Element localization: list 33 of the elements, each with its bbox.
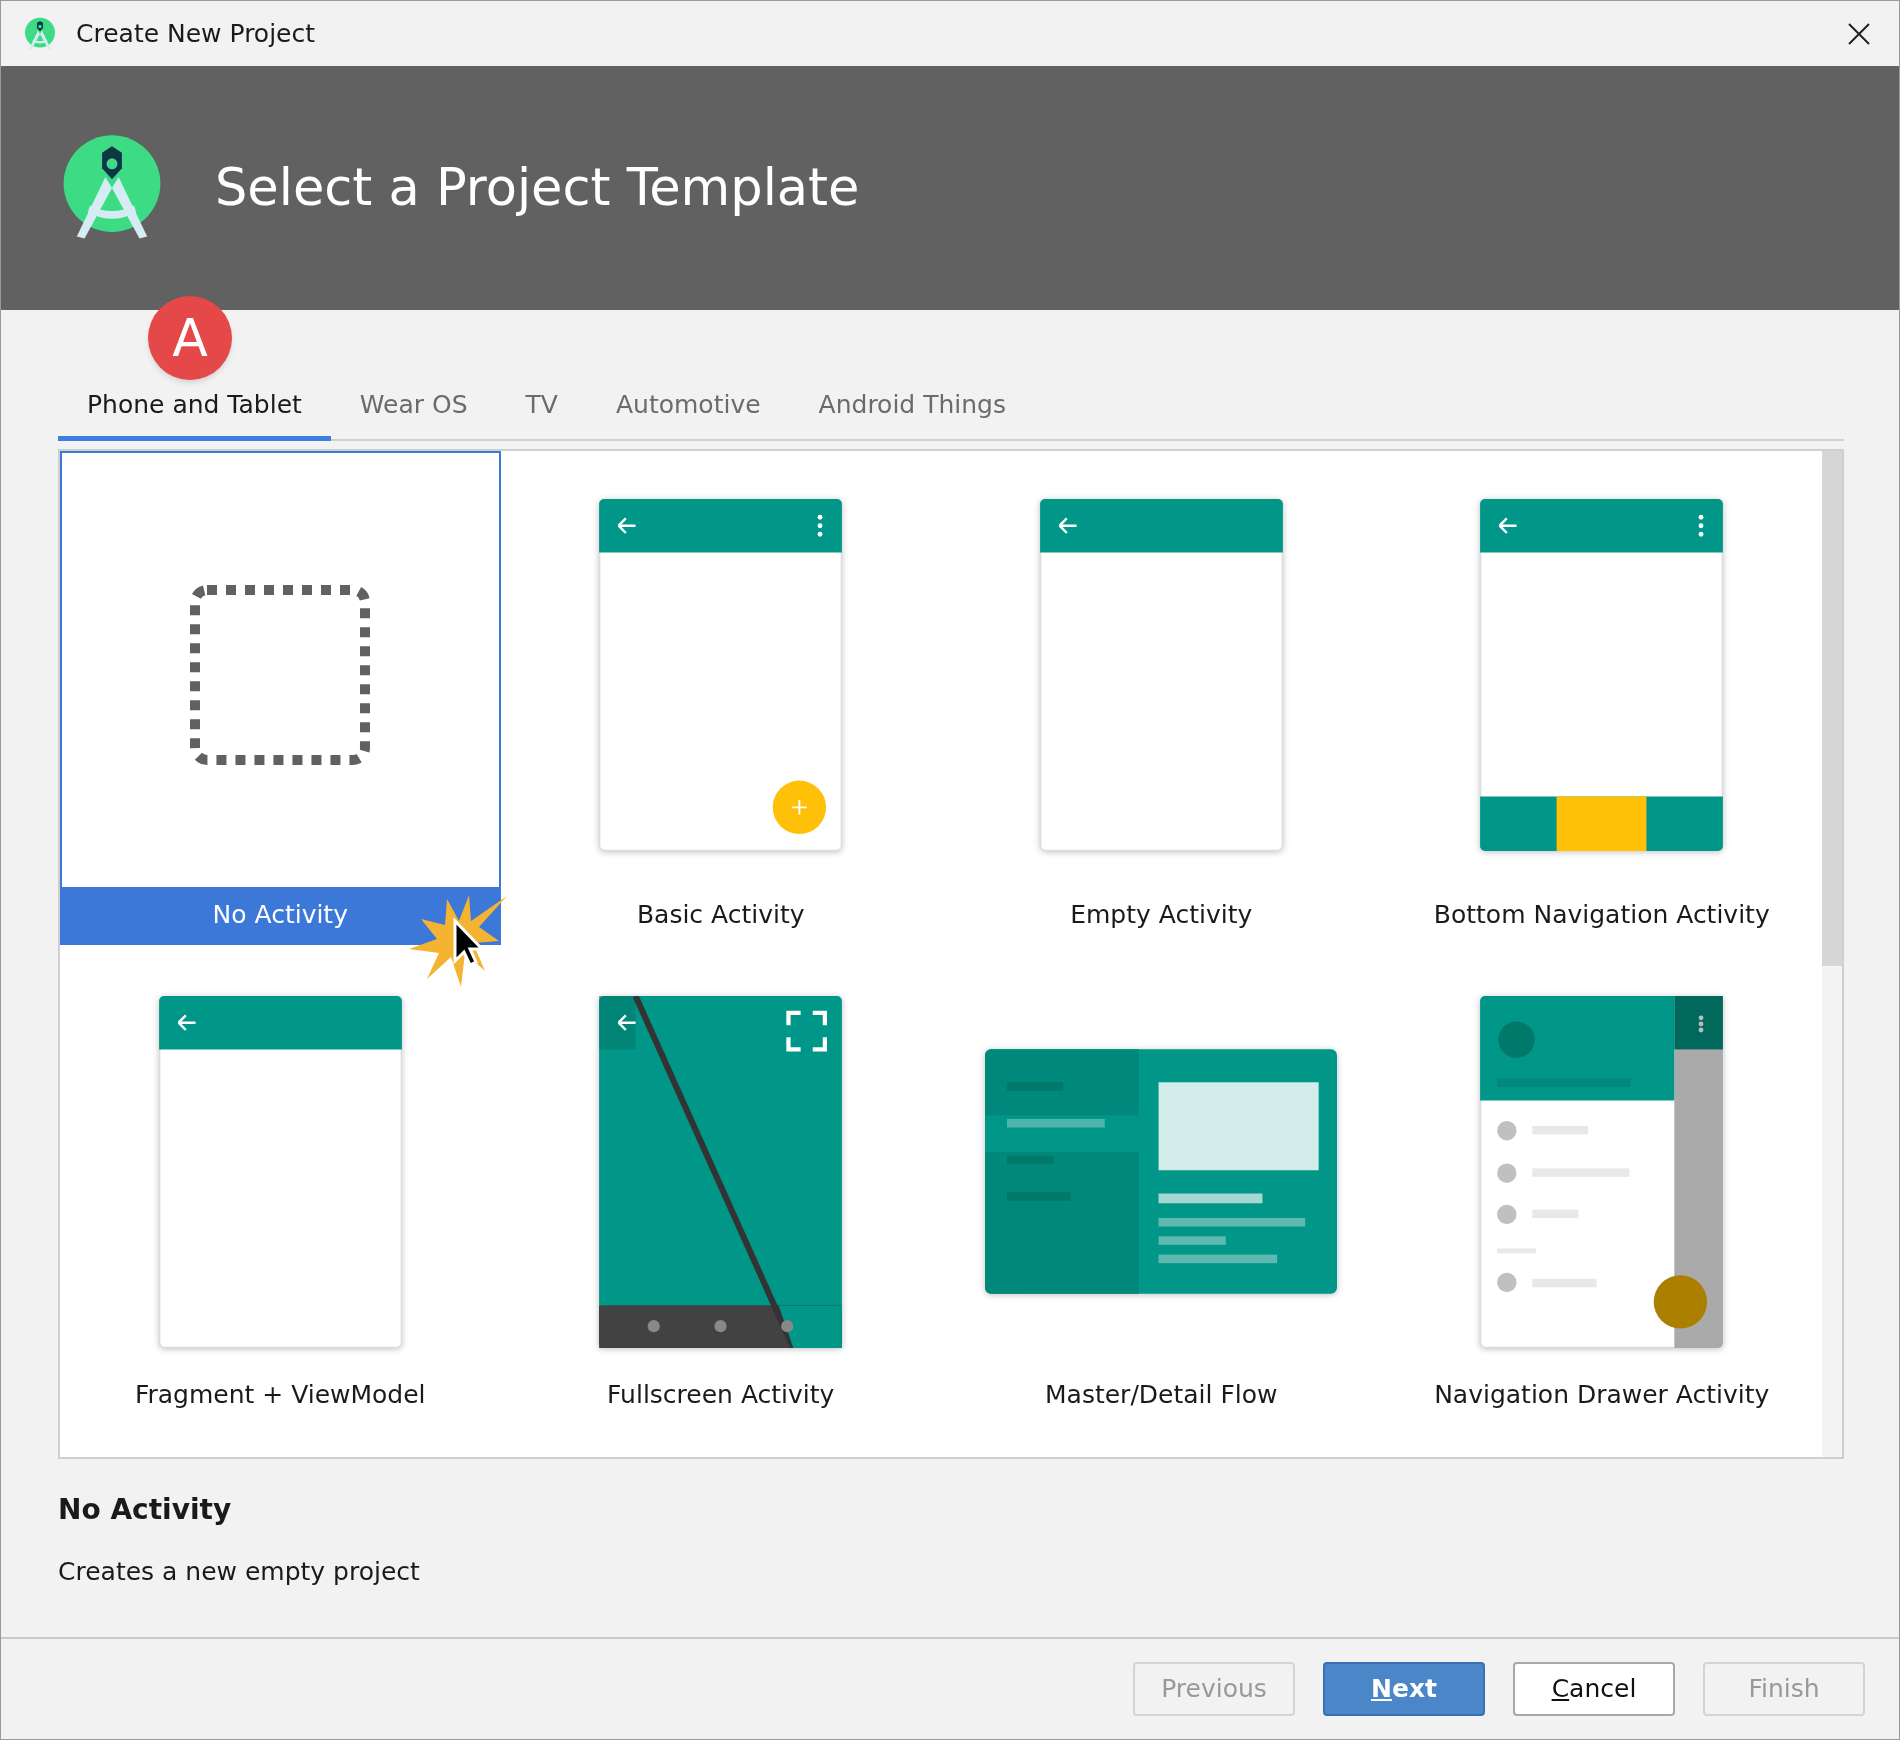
dialog-button[interactable]: Cancel xyxy=(1513,1662,1675,1716)
tab[interactable]: Android Things xyxy=(789,380,1035,441)
template-label: Bottom Navigation Activity xyxy=(1432,898,1771,931)
step-badge: A xyxy=(148,296,232,380)
header-title: Select a Project Template xyxy=(215,156,860,219)
template-card[interactable]: Master/Detail Flow xyxy=(941,944,1382,1455)
template-card[interactable]: Bottom Navigation Activity xyxy=(1381,450,1822,945)
template-label: Fragment + ViewModel xyxy=(133,1378,427,1411)
template-card[interactable]: No Activity xyxy=(60,450,501,945)
template-card[interactable]: Navigation Drawer Activity xyxy=(1381,944,1822,1455)
template-label: Fullscreen Activity xyxy=(606,1378,836,1411)
template-card[interactable]: Fullscreen Activity xyxy=(500,944,941,1455)
tab[interactable]: Automotive xyxy=(586,380,790,441)
template-card[interactable]: Empty Activity xyxy=(941,450,1382,945)
template-label: Navigation Drawer Activity xyxy=(1433,1378,1771,1411)
description-text: Creates a new empty project xyxy=(58,1555,421,1588)
tab[interactable]: Phone and Tablet xyxy=(58,380,331,441)
tab[interactable]: Wear OS xyxy=(330,380,497,441)
scrollbar-thumb[interactable] xyxy=(1822,450,1842,966)
template-label: Master/Detail Flow xyxy=(1044,1378,1279,1411)
template-card[interactable]: Fragment + ViewModel xyxy=(60,944,501,1455)
app-logo-icon xyxy=(23,16,57,51)
close-icon[interactable] xyxy=(1847,21,1871,46)
template-label: Basic Activity xyxy=(635,898,806,931)
template-label: Empty Activity xyxy=(1069,898,1254,931)
scrollbar[interactable] xyxy=(1822,450,1842,1457)
window-title: Create New Project xyxy=(76,17,316,50)
primary-button[interactable]: Next xyxy=(1323,1662,1485,1716)
template-label: No Activity xyxy=(62,886,499,943)
description-title: No Activity xyxy=(58,1491,233,1528)
template-card[interactable]: Basic Activity xyxy=(500,450,941,945)
dashed-square-icon xyxy=(190,584,371,765)
tab[interactable]: TV xyxy=(496,380,587,441)
